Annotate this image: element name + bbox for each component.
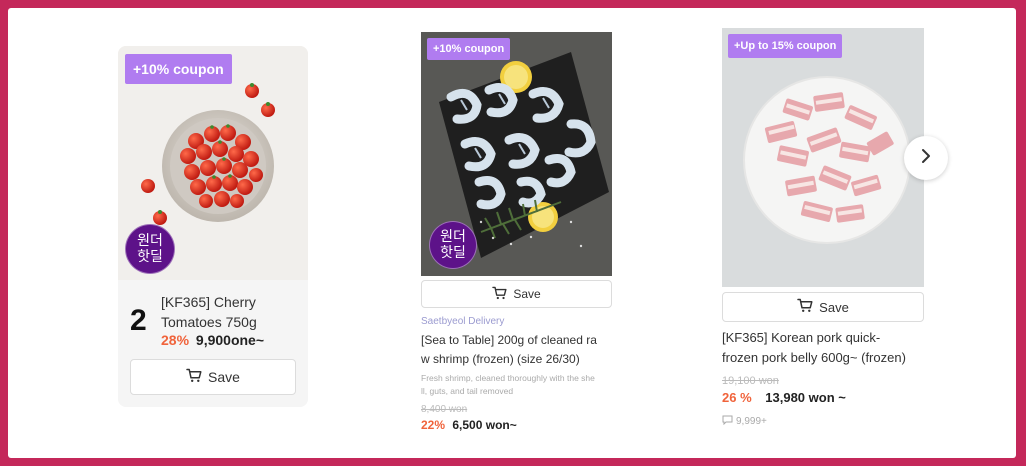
product-card-cherry-tomatoes[interactable]: +10% coupon 원더 핫딜 2 [KF365] Cherry Tomat…	[118, 46, 308, 407]
discount-rate: 26 %	[722, 390, 752, 405]
cart-icon	[797, 298, 813, 316]
save-button[interactable]: Save	[421, 280, 612, 308]
price-row: 28% 9,900one~	[161, 332, 264, 348]
product-card-pork-belly[interactable]: +Up to 15% coupon Save [KF365] Korean po…	[722, 28, 924, 438]
sale-price: 13,980 won ~	[765, 390, 846, 405]
product-carousel: +10% coupon 원더 핫딜 2 [KF365] Cherry Tomat…	[8, 8, 1016, 458]
product-image-cherry-tomatoes[interactable]: +10% coupon 원더 핫딜	[118, 46, 308, 280]
rank-number: 2	[130, 304, 147, 337]
product-image-shrimp[interactable]: +10% coupon 원더 핫딜	[421, 32, 612, 276]
product-description-line1: Fresh shrimp, cleaned thoroughly with th…	[421, 373, 595, 383]
comment-icon	[722, 415, 733, 428]
price-row: 26 % 13,980 won ~	[722, 390, 846, 405]
badge-text-line2: 핫딜	[137, 249, 163, 265]
product-title[interactable]: [Sea to Table] 200g of cleaned ra w shri…	[421, 331, 612, 368]
badge-text-line2: 핫딜	[440, 245, 466, 261]
coupon-badge: +10% coupon	[427, 38, 511, 60]
product-title-line2: frozen pork belly 600g~ (frozen)	[722, 349, 906, 365]
wonder-hotdeal-badge: 원더 핫딜	[429, 221, 477, 269]
discount-rate: 28%	[161, 332, 190, 348]
original-price: 8,400 won	[421, 404, 468, 415]
review-count-label: 9,999+	[736, 416, 767, 427]
product-title-line1: [Sea to Table] 200g of cleaned ra	[421, 333, 597, 347]
product-title[interactable]: [KF365] Cherry Tomatoes 750g	[161, 293, 301, 332]
save-button-label: Save	[819, 299, 849, 315]
product-title-line2: w shrimp (frozen) (size 26/30)	[421, 351, 580, 366]
product-description-line2: ll, guts, and tail removed	[421, 386, 514, 397]
price-row: 22% 6,500 won~	[421, 418, 517, 432]
cart-icon	[186, 368, 202, 386]
product-title[interactable]: [KF365] Korean pork quick- frozen pork b…	[722, 328, 932, 367]
coupon-badge: +Up to 15% coupon	[728, 34, 843, 58]
badge-text-line1: 원더	[440, 228, 466, 245]
discount-rate: 22%	[421, 418, 446, 432]
chevron-right-icon	[920, 148, 932, 169]
badge-text-line1: 원더	[137, 232, 163, 249]
carousel-next-button[interactable]	[904, 136, 948, 180]
vendor-name: Saetbyeol Delivery	[421, 316, 505, 327]
product-title-line2: Tomatoes 750g	[161, 313, 257, 330]
review-count[interactable]: 9,999+	[722, 415, 767, 428]
product-title-line1: [KF365] Korean pork quick-	[722, 330, 881, 345]
sale-price: 9,900one~	[195, 332, 265, 348]
save-button[interactable]: Save	[722, 292, 924, 322]
save-button-label: Save	[208, 369, 240, 385]
pork-belly-photo	[722, 28, 924, 287]
wonder-hotdeal-badge: 원더 핫딜	[125, 224, 175, 274]
sale-price: 6,500 won~	[452, 418, 517, 432]
product-title-line1: [KF365] Cherry	[161, 294, 256, 310]
original-price: 19,100 won	[722, 375, 779, 387]
product-card-shrimp[interactable]: +10% coupon 원더 핫딜 Save Saetbyeol Deliver…	[421, 32, 612, 442]
save-button-label: Save	[513, 287, 541, 301]
product-image-pork-belly[interactable]: +Up to 15% coupon	[722, 28, 924, 287]
product-description: Fresh shrimp, cleaned thoroughly with th…	[421, 372, 612, 398]
cart-icon	[492, 286, 507, 303]
coupon-badge: +10% coupon	[125, 54, 232, 84]
save-button[interactable]: Save	[130, 359, 296, 395]
